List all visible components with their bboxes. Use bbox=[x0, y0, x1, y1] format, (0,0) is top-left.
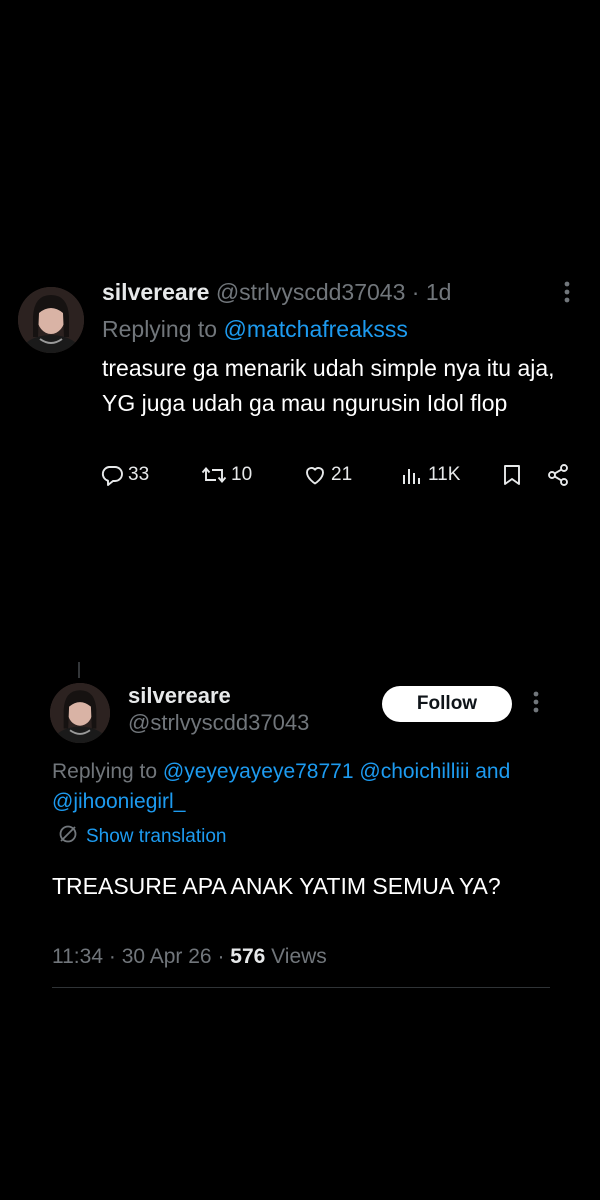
heart-icon bbox=[303, 463, 327, 487]
avatar[interactable] bbox=[18, 287, 84, 353]
tweet-text: TREASURE APA ANAK YATIM SEMUA YA? bbox=[52, 873, 501, 899]
views-count: 11K bbox=[428, 464, 461, 485]
separator: · bbox=[108, 945, 116, 968]
reply-icon bbox=[100, 463, 124, 487]
reply-count: 33 bbox=[128, 464, 150, 485]
like-button[interactable]: 21 bbox=[303, 463, 352, 487]
share-button[interactable] bbox=[546, 463, 570, 487]
views-chart-icon bbox=[400, 463, 424, 487]
bookmark-button[interactable] bbox=[500, 463, 524, 487]
separator: · bbox=[411, 279, 420, 305]
views-count: 576 bbox=[230, 945, 266, 968]
show-translation-label: Show translation bbox=[86, 826, 227, 847]
translate-globe-icon bbox=[58, 824, 78, 850]
display-name[interactable]: silvereare bbox=[128, 683, 231, 709]
mention-link[interactable]: @yeyeyayeye78771 bbox=[163, 760, 354, 783]
divider bbox=[52, 987, 550, 988]
replying-prefix: Replying to bbox=[52, 760, 158, 783]
handle[interactable]: @strlvyscdd37043 bbox=[216, 279, 406, 305]
replying-and: and bbox=[475, 760, 511, 783]
replying-to: Replying to @yeyeyayeye78771 @choichilli… bbox=[52, 757, 552, 817]
separator: · bbox=[217, 945, 225, 968]
mention-link[interactable]: @matchafreaksss bbox=[223, 316, 407, 342]
date[interactable]: 30 Apr 26 bbox=[122, 945, 212, 968]
action-bar: 33 10 21 11K bbox=[100, 463, 580, 497]
tweet-text: treasure ga menarik udah simple nya itu … bbox=[102, 355, 555, 416]
show-translation-link[interactable]: Show translation bbox=[58, 824, 226, 850]
like-count: 21 bbox=[331, 464, 353, 485]
tweet-header: silvereare @strlvyscdd37043 · 1d bbox=[102, 279, 451, 306]
timestamp[interactable]: 1d bbox=[426, 279, 452, 305]
thread-connector-line bbox=[78, 662, 80, 678]
repost-count: 10 bbox=[231, 464, 253, 485]
bookmark-icon bbox=[500, 463, 524, 487]
views-label: Views bbox=[271, 945, 327, 968]
mention-link[interactable]: @choichilliii bbox=[359, 760, 469, 783]
more-vertical-icon[interactable] bbox=[557, 280, 577, 306]
handle[interactable]: @strlvyscdd37043 bbox=[128, 710, 309, 736]
replying-prefix: Replying to bbox=[102, 316, 218, 342]
repost-button[interactable]: 10 bbox=[201, 463, 252, 487]
share-icon bbox=[546, 463, 570, 487]
replying-to: Replying to @matchafreaksss bbox=[102, 316, 408, 343]
avatar[interactable] bbox=[50, 683, 110, 743]
repost-icon bbox=[201, 463, 227, 487]
timestamp[interactable]: 11:34 bbox=[52, 945, 103, 968]
views-button[interactable]: 11K bbox=[400, 463, 460, 487]
display-name[interactable]: silvereare bbox=[102, 279, 209, 305]
mention-link[interactable]: @jihooniegirl_ bbox=[52, 790, 185, 813]
follow-button[interactable]: Follow bbox=[382, 686, 512, 722]
reply-button[interactable]: 33 bbox=[100, 463, 149, 487]
tweet-meta: 11:34 · 30 Apr 26 · 576 Views bbox=[52, 945, 327, 969]
more-vertical-icon[interactable] bbox=[526, 690, 546, 716]
